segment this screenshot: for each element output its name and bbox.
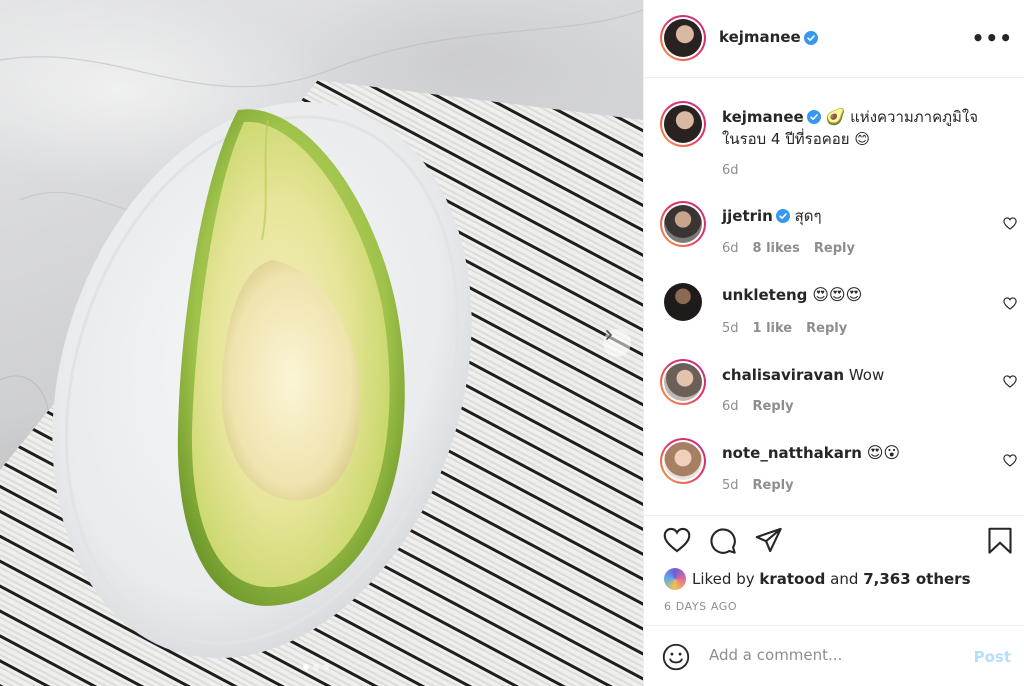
add-comment-bar: Post (644, 625, 1024, 686)
post-header: kejmanee ••• (644, 0, 1024, 78)
heart-icon[interactable] (663, 527, 691, 553)
avocado-photo-art (0, 9, 643, 686)
reply-button[interactable]: Reply (753, 478, 794, 493)
carousel-dot (323, 664, 329, 670)
author-username[interactable]: kejmanee (719, 28, 801, 46)
post-photo[interactable] (0, 0, 643, 686)
caption-text: kejmanee 🥑 แห่งความภาคภูมิใจ ในรอบ 4 ปีท… (722, 106, 995, 150)
comment-username[interactable]: jjetrin (722, 207, 773, 225)
reply-button[interactable]: Reply (753, 399, 794, 414)
post-sidebar: kejmanee ••• kejmanee 🥑 แห่งความภาคภูมิใ… (643, 0, 1024, 686)
emoji-smile-icon[interactable] (662, 643, 690, 671)
chevron-right-icon (606, 330, 612, 340)
comment-body: 😍😍😍 (812, 285, 863, 304)
liker-avatar[interactable] (664, 568, 686, 590)
comment-text: chalisaviravan Wow (722, 364, 995, 386)
verified-badge-icon (806, 110, 821, 124)
comment-time[interactable]: 5d (722, 321, 739, 336)
comment-time[interactable]: 6d (722, 241, 739, 256)
verified-badge-icon (804, 31, 818, 45)
comment-time[interactable]: 6d (722, 399, 739, 414)
like-comment-heart-icon[interactable] (1003, 217, 1017, 230)
comment-text: jjetrin สุดๆ (722, 205, 995, 227)
next-slide-button[interactable] (603, 329, 631, 357)
comment-bubble-icon[interactable] (709, 527, 737, 555)
like-comment-heart-icon[interactable] (1003, 297, 1017, 310)
post-comment-button[interactable]: Post (974, 648, 1011, 666)
comment-username[interactable]: note_natthakarn (722, 444, 862, 462)
comment-body: Wow (848, 366, 885, 384)
likes-summary: Liked by kratood and 7,363 others (664, 568, 971, 590)
carousel-dot (313, 664, 319, 670)
more-options-button[interactable]: ••• (972, 26, 1013, 50)
comment-avatar[interactable] (660, 201, 706, 247)
comment-meta: 5d 1 like Reply (722, 321, 861, 336)
liker-username[interactable]: kratood (759, 570, 825, 588)
reply-button[interactable]: Reply (806, 321, 847, 336)
comment-text: note_natthakarn 😍😮 (722, 442, 995, 464)
comment-body: 😍😮 (866, 443, 901, 462)
comments-list: kejmanee 🥑 แห่งความภาคภูมิใจ ในรอบ 4 ปีท… (644, 79, 1024, 515)
caption-meta: 6d (722, 163, 753, 178)
avocado-emoji: 🥑 (825, 107, 846, 126)
comment-meta: 6d 8 likes Reply (722, 241, 869, 256)
share-send-icon[interactable] (755, 527, 783, 553)
author-avatar[interactable] (660, 15, 706, 61)
comment-meta: 5d Reply (722, 478, 808, 493)
likes-others-link[interactable]: 7,363 others (863, 570, 970, 588)
likes-prefix: Liked by (692, 570, 755, 588)
comment-item: chalisaviravan Wow 6d Reply (644, 359, 1024, 429)
comment-item: jjetrin สุดๆ 6d 8 likes Reply (644, 201, 1024, 271)
comment-username[interactable]: chalisaviravan (722, 366, 844, 384)
caption-avatar[interactable] (660, 101, 706, 147)
comment-avatar[interactable] (660, 438, 706, 484)
comment-item: note_natthakarn 😍😮 5d Reply (644, 438, 1024, 508)
carousel-indicator (303, 664, 329, 670)
comment-text: unkleteng 😍😍😍 (722, 284, 995, 306)
verified-badge-icon (775, 209, 790, 223)
caption-username[interactable]: kejmanee (722, 108, 804, 126)
bookmark-icon[interactable] (987, 527, 1013, 555)
post-timestamp[interactable]: 6 DAYS AGO (664, 600, 737, 613)
comment-time[interactable]: 5d (722, 478, 739, 493)
caption-time[interactable]: 6d (722, 163, 739, 178)
comment-likes[interactable]: 1 like (753, 321, 793, 336)
comment-avatar[interactable] (660, 359, 706, 405)
comment-username[interactable]: unkleteng (722, 286, 807, 304)
carousel-dot-active (303, 664, 309, 670)
comment-avatar[interactable] (664, 283, 702, 321)
comment-body: สุดๆ (794, 207, 822, 225)
reply-button[interactable]: Reply (814, 241, 855, 256)
comment-input[interactable] (709, 640, 959, 670)
like-comment-heart-icon[interactable] (1003, 375, 1017, 388)
comment-meta: 6d Reply (722, 399, 808, 414)
like-comment-heart-icon[interactable] (1003, 454, 1017, 467)
caption-item: kejmanee 🥑 แห่งความภาคภูมิใจ ในรอบ 4 ปีท… (644, 79, 1024, 179)
comment-item: unkleteng 😍😍😍 5d 1 like Reply (644, 283, 1024, 353)
comment-likes[interactable]: 8 likes (753, 241, 800, 256)
post-actions: Liked by kratood and 7,363 others 6 DAYS… (644, 515, 1024, 625)
likes-and: and (830, 570, 859, 588)
